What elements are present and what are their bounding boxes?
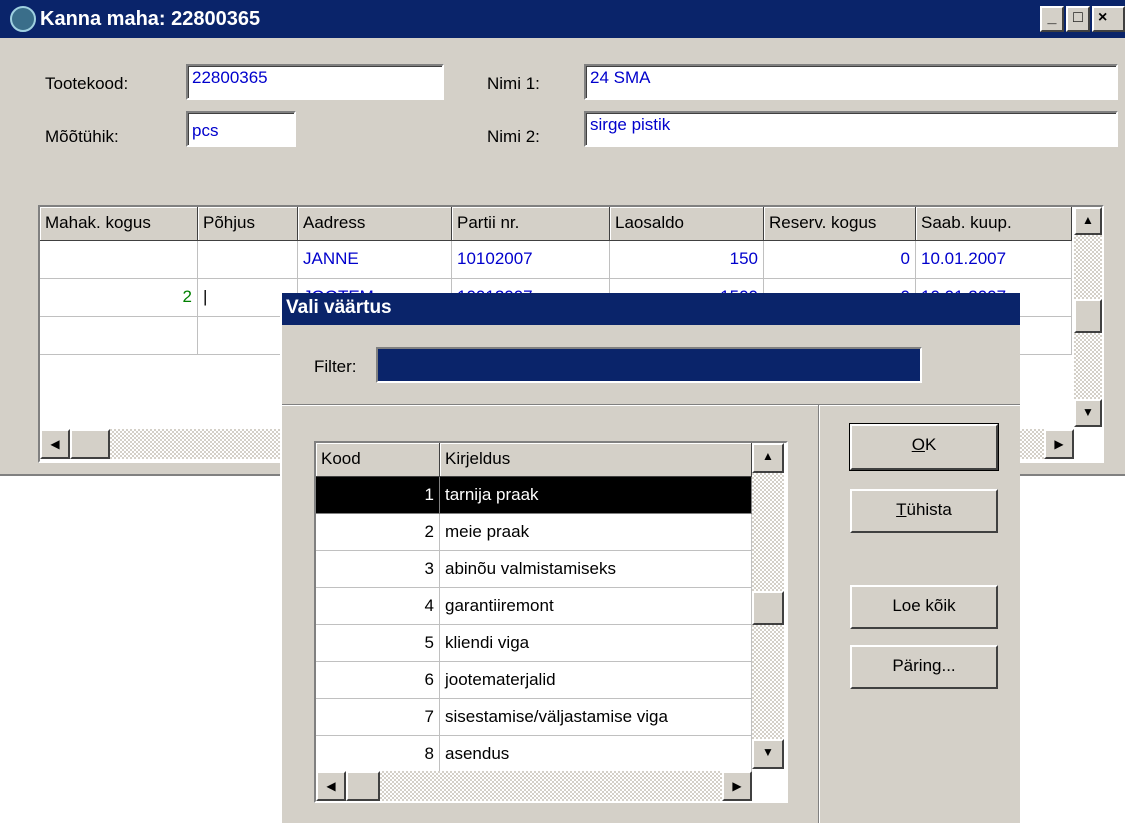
ok-mnemonic: O	[911, 435, 925, 454]
item-description: sisestamise/väljastamise viga	[440, 699, 752, 736]
item-code: 4	[316, 588, 440, 625]
query-button[interactable]: Päring...	[850, 645, 998, 689]
column-header[interactable]: Reserv. kogus	[764, 207, 916, 241]
item-description: tarnija praak	[440, 477, 752, 514]
list-item[interactable]: 8 asendus	[316, 736, 752, 773]
grid-cell[interactable]: 10.01.2007	[916, 241, 1072, 279]
list-item[interactable]: 7 sisestamise/väljastamise viga	[316, 699, 752, 736]
product-code-field[interactable]: 22800365	[186, 64, 444, 100]
ok-button[interactable]: OK	[849, 423, 999, 471]
item-code: 3	[316, 551, 440, 588]
column-header[interactable]: Kirjeldus	[440, 443, 752, 477]
column-header[interactable]: Laosaldo	[610, 207, 764, 241]
filter-input[interactable]	[376, 347, 922, 383]
column-header[interactable]: Kood	[316, 443, 440, 477]
scroll-left-arrow-icon[interactable]: ◀	[316, 771, 346, 801]
minimize-button[interactable]: _	[1040, 6, 1064, 32]
item-code: 7	[316, 699, 440, 736]
list-item[interactable]: 1 tarnija praak	[316, 477, 752, 514]
list-item[interactable]: 2 meie praak	[316, 514, 752, 551]
item-description: asendus	[440, 736, 752, 773]
scroll-thumb[interactable]	[1074, 299, 1102, 333]
grid-cell[interactable]: 0	[764, 241, 916, 279]
item-code: 5	[316, 625, 440, 662]
window-title: Kanna maha: 22800365	[40, 8, 261, 30]
name2-field[interactable]: sirge pistik	[584, 111, 1118, 147]
load-all-button[interactable]: Loe kõik	[850, 585, 998, 629]
item-code: 6	[316, 662, 440, 699]
scroll-left-arrow-icon[interactable]: ◀	[40, 429, 70, 459]
scroll-thumb[interactable]	[752, 591, 784, 625]
column-header[interactable]: Partii nr.	[452, 207, 610, 241]
dialog-title[interactable]: Vali väärtus	[282, 293, 1020, 325]
name1-field[interactable]: 24 SMA	[584, 64, 1118, 100]
maximize-button[interactable]: □	[1066, 6, 1090, 32]
item-description: abinõu valmistamiseks	[440, 551, 752, 588]
name1-label: Nimi 1:	[487, 74, 540, 93]
unit-label: Mõõtühik:	[45, 127, 119, 146]
scroll-right-arrow-icon[interactable]: ▶	[722, 771, 752, 801]
cancel-mnemonic: T	[896, 500, 907, 519]
item-code: 2	[316, 514, 440, 551]
grid-cell[interactable]: 10102007	[452, 241, 610, 279]
scroll-up-arrow-icon[interactable]: ▲	[752, 443, 784, 473]
list-item[interactable]: 6 jootematerjalid	[316, 662, 752, 699]
column-header[interactable]: Mahak. kogus	[40, 207, 198, 241]
grid-cell[interactable]	[198, 241, 298, 279]
column-header[interactable]: Saab. kuup.	[916, 207, 1072, 241]
app-icon	[10, 6, 36, 32]
list-item[interactable]: 3 abinõu valmistamiseks	[316, 551, 752, 588]
item-description: jootematerjalid	[440, 662, 752, 699]
reason-list[interactable]: Kood Kirjeldus 1 tarnija praak 2 meie pr…	[314, 441, 788, 803]
item-code: 1	[316, 477, 440, 514]
cancel-button[interactable]: Tühista	[850, 489, 998, 533]
hscroll-thumb[interactable]	[346, 771, 380, 801]
cancel-label: ühista	[906, 500, 952, 519]
hscroll-thumb[interactable]	[70, 429, 110, 459]
list-item[interactable]: 4 garantiiremont	[316, 588, 752, 625]
filter-label: Filter:	[314, 357, 357, 376]
item-description: garantiiremont	[440, 588, 752, 625]
grid-cell[interactable]	[40, 317, 198, 355]
scroll-down-arrow-icon[interactable]: ▼	[1074, 399, 1102, 427]
unit-field[interactable]: pcs	[186, 111, 296, 147]
grid-cell[interactable]	[40, 241, 198, 279]
item-description: meie praak	[440, 514, 752, 551]
scroll-right-arrow-icon[interactable]: ▶	[1044, 429, 1074, 459]
grid-cell[interactable]: JANNE	[298, 241, 452, 279]
product-code-label: Tootekood:	[45, 74, 129, 93]
scroll-down-arrow-icon[interactable]: ▼	[752, 739, 784, 769]
horizontal-scrollbar[interactable]	[316, 771, 752, 801]
item-code: 8	[316, 736, 440, 773]
scroll-up-arrow-icon[interactable]: ▲	[1074, 207, 1102, 235]
column-header[interactable]: Põhjus	[198, 207, 298, 241]
dialog-vertical-separator	[818, 405, 820, 823]
grid-cell[interactable]: 150	[610, 241, 764, 279]
grid-cell[interactable]: 2	[40, 279, 198, 317]
list-item[interactable]: 5 kliendi viga	[316, 625, 752, 662]
column-header[interactable]: Aadress	[298, 207, 452, 241]
item-description: kliendi viga	[440, 625, 752, 662]
dialog-separator	[282, 404, 1020, 406]
name2-label: Nimi 2:	[487, 127, 540, 146]
ok-label: K	[924, 435, 937, 454]
title-bar[interactable]: Kanna maha: 22800365 _ □ ×	[0, 0, 1125, 38]
select-value-dialog: Vali väärtus Filter: Kood Kirjeldus 1 ta…	[280, 293, 1020, 823]
close-button[interactable]: ×	[1092, 6, 1125, 32]
